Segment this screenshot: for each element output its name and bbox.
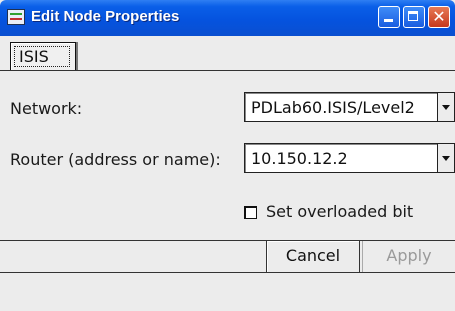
network-label: Network:	[10, 99, 83, 118]
tab-label: ISIS	[14, 46, 70, 67]
tab-isis[interactable]: ISIS	[10, 42, 76, 70]
router-label: Router (address or name):	[10, 150, 221, 169]
maximize-button[interactable]	[403, 6, 425, 28]
title-bar[interactable]: Edit Node Properties ✕	[0, 0, 455, 36]
app-icon[interactable]	[7, 9, 25, 25]
minimize-button[interactable]	[378, 6, 400, 28]
dialog-content: ISIS Network: PDLab60.ISIS/Level2 Router…	[0, 36, 455, 311]
close-icon: ✕	[432, 7, 446, 26]
window-title: Edit Node Properties	[31, 8, 180, 25]
router-value: 10.150.12.2	[251, 149, 348, 168]
network-select[interactable]: PDLab60.ISIS/Level2	[244, 92, 455, 122]
overloaded-bit-label: Set overloaded bit	[266, 202, 414, 221]
apply-button[interactable]: Apply	[362, 241, 455, 272]
router-combo[interactable]: 10.150.12.2	[244, 143, 455, 173]
cancel-button[interactable]: Cancel	[266, 241, 360, 272]
network-value: PDLab60.ISIS/Level2	[251, 98, 415, 117]
tab-divider	[0, 70, 455, 71]
network-dropdown-button[interactable]	[437, 93, 454, 121]
button-bar: Cancel Apply	[0, 241, 455, 273]
maximize-icon	[408, 11, 418, 21]
chevron-down-icon	[442, 105, 450, 110]
close-button[interactable]: ✕	[428, 6, 450, 28]
router-dropdown-button[interactable]	[437, 144, 454, 172]
overloaded-bit-checkbox[interactable]	[244, 206, 257, 219]
minimize-icon	[384, 19, 393, 22]
chevron-down-icon	[442, 156, 450, 161]
